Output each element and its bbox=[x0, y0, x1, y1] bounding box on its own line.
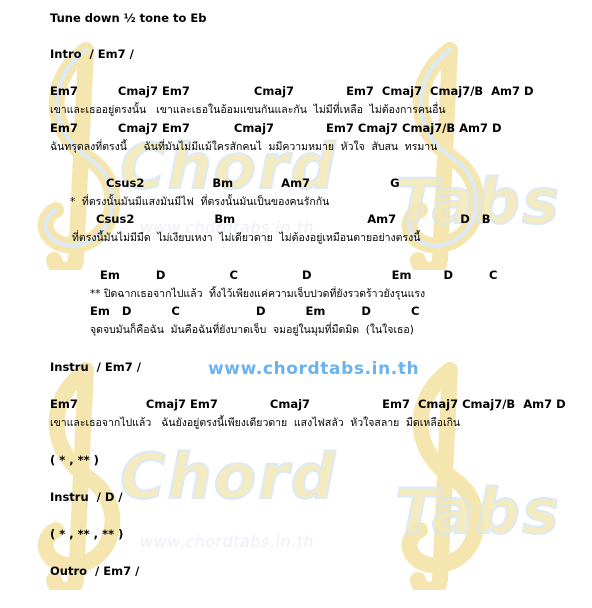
lyric-line: ที่ตรงนี้มันไม่มีมืด ไม่เงียบเหงา ไม่เดี… bbox=[72, 232, 421, 244]
repeat-line: ( * , ** , ** ) bbox=[50, 527, 124, 541]
outro-line: Outro / Em7 / bbox=[50, 564, 140, 578]
watermark-word: Tabs bbox=[394, 474, 562, 549]
chord-line: Em7 Cmaj7 Em7 Cmaj7 Em7 Cmaj7 Cmaj7/B Am… bbox=[50, 121, 502, 135]
lyric-line: ฉันทรุดลงที่ตรงนี้ ฉันที่มันไม่มีแม้ใครส… bbox=[50, 141, 438, 153]
watermark-url: www.chordtabs.in.th bbox=[140, 532, 315, 551]
lyric-line: จุดจบมันก็คือฉัน มันคือฉันที่ยังบาดเจ็บ … bbox=[90, 324, 414, 336]
instru-line: Instru / D / bbox=[50, 490, 123, 504]
lyric-line: เขาและเธออยู่ตรงนั้น เขาและเธอในอ้อมแขนก… bbox=[50, 104, 446, 116]
site-url: www.chordtabs.in.th bbox=[208, 359, 420, 379]
instru-line: Instru / Em7 / bbox=[50, 360, 141, 374]
tuning-note: Tune down ½ tone to Eb bbox=[50, 11, 207, 25]
watermark-word: Chord bbox=[119, 439, 338, 514]
lyric-line: เขาและเธอจากไปแล้ว ฉันยังอยู่ตรงนี้เพียง… bbox=[50, 417, 461, 429]
lyric-line: * ที่ตรงนั้นมันมีแสงมันมีไฟ ที่ตรงนั้นมั… bbox=[70, 196, 330, 208]
chord-line: Em7 Cmaj7 Em7 Cmaj7 Em7 Cmaj7 Cmaj7/B Am… bbox=[50, 84, 534, 98]
chord-line: Em D C D Em D C bbox=[90, 304, 420, 318]
chord-line: Em D C D Em D C bbox=[100, 268, 498, 282]
chord-line: Csus2 Bm Am7 G bbox=[106, 176, 400, 190]
repeat-line: ( * , ** ) bbox=[50, 453, 99, 467]
chord-line: Csus2 Bm Am7 D B bbox=[96, 212, 491, 226]
lyric-line: ** ปิดฉากเธอจากไปแล้ว ทิ้งไว้เพียงแค่ควา… bbox=[90, 288, 426, 300]
watermark-word: Tabs bbox=[394, 164, 562, 239]
chord-line: Em7 Cmaj7 Em7 Cmaj7 Em7 Cmaj7 Cmaj7/B Am… bbox=[50, 397, 566, 411]
intro-line: Intro / Em7 / bbox=[50, 47, 134, 61]
